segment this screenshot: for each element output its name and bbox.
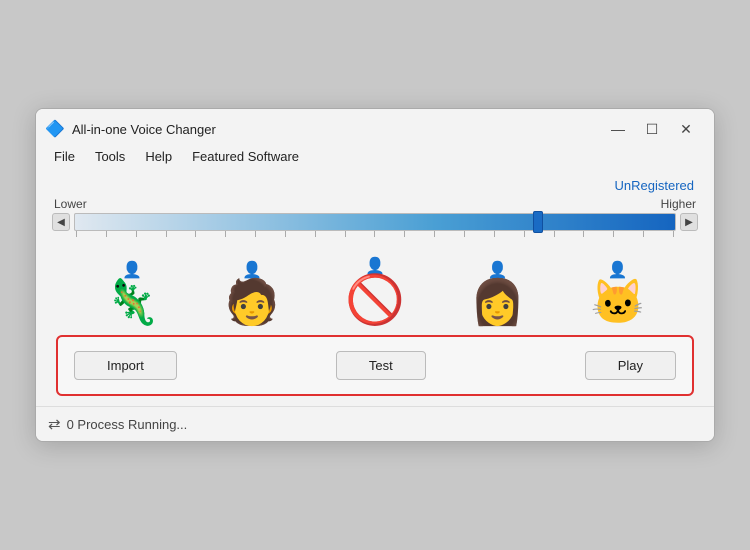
- app-icon: 🔷: [46, 120, 64, 138]
- slider-tick-row: [52, 231, 698, 243]
- avatar-no-entry[interactable]: 👤 🚫: [345, 259, 405, 325]
- minimize-button[interactable]: —: [602, 117, 634, 141]
- menubar: File Tools Help Featured Software: [36, 145, 714, 170]
- avatar-boy[interactable]: 👤 🧑: [225, 263, 280, 325]
- tick: [195, 231, 196, 237]
- app-window: 🔷 All-in-one Voice Changer — ☐ ✕ File To…: [35, 108, 715, 442]
- tick: [315, 231, 316, 237]
- menu-help[interactable]: Help: [135, 147, 182, 166]
- slider-right-arrow[interactable]: ▶: [680, 213, 698, 231]
- play-button[interactable]: Play: [585, 351, 676, 380]
- tick: [524, 231, 525, 237]
- tick: [554, 231, 555, 237]
- tick: [106, 231, 107, 237]
- slider-thumb[interactable]: [533, 211, 543, 233]
- avatar-cat[interactable]: 👤 🐱: [590, 263, 645, 325]
- avatars-section: 👤 🦎 👤 🧑 👤 🚫 👤 👩 👤 🐱: [52, 251, 698, 335]
- tick: [345, 231, 346, 237]
- tick: [464, 231, 465, 237]
- process-icon: ⇄: [48, 415, 61, 433]
- avatar-pin-dragon: 👤: [122, 263, 142, 279]
- tick: [225, 231, 226, 237]
- pitch-section: Lower Higher ◀ ▶: [52, 197, 698, 245]
- avatar-pin-no-entry: 👤: [365, 259, 385, 275]
- test-button[interactable]: Test: [336, 351, 426, 380]
- menu-tools[interactable]: Tools: [85, 147, 135, 166]
- menu-featured-software[interactable]: Featured Software: [182, 147, 309, 166]
- menu-file[interactable]: File: [44, 147, 85, 166]
- avatar-emoji-dragon: 🦎: [105, 281, 160, 325]
- tick: [255, 231, 256, 237]
- avatar-emoji-cat: 🐱: [590, 281, 645, 325]
- higher-label: Higher: [661, 197, 696, 211]
- tick: [76, 231, 77, 237]
- avatar-emoji-boy: 🧑: [225, 281, 280, 325]
- slider-container: ◀ ▶: [52, 213, 698, 231]
- status-text: 0 Process Running...: [67, 417, 188, 432]
- maximize-button[interactable]: ☐: [636, 117, 668, 141]
- tick: [374, 231, 375, 237]
- unregistered-label: UnRegistered: [52, 178, 698, 193]
- slider-ticks: [74, 231, 676, 243]
- action-buttons-box: Import Test Play: [56, 335, 694, 396]
- avatar-pin-boy: 👤: [242, 263, 262, 279]
- window-controls: — ☐ ✕: [602, 117, 702, 141]
- tick: [494, 231, 495, 237]
- avatar-pin-girl: 👤: [488, 263, 508, 279]
- title-bar: 🔷 All-in-one Voice Changer — ☐ ✕: [36, 109, 714, 145]
- avatar-girl[interactable]: 👤 👩: [470, 263, 525, 325]
- slider-track[interactable]: [74, 213, 676, 231]
- tick: [166, 231, 167, 237]
- tick: [643, 231, 644, 237]
- close-button[interactable]: ✕: [670, 117, 702, 141]
- main-content: UnRegistered Lower Higher ◀ ▶: [36, 170, 714, 406]
- slider-left-arrow[interactable]: ◀: [52, 213, 70, 231]
- window-title: All-in-one Voice Changer: [72, 122, 594, 137]
- avatar-emoji-girl: 👩: [470, 281, 525, 325]
- import-button[interactable]: Import: [74, 351, 177, 380]
- pitch-labels: Lower Higher: [52, 197, 698, 211]
- tick: [285, 231, 286, 237]
- tick: [583, 231, 584, 237]
- tick: [136, 231, 137, 237]
- tick: [673, 231, 674, 237]
- tick: [404, 231, 405, 237]
- avatar-dragon[interactable]: 👤 🦎: [105, 263, 160, 325]
- avatar-emoji-no-entry: 🚫: [345, 277, 405, 325]
- tick: [613, 231, 614, 237]
- tick: [434, 231, 435, 237]
- lower-label: Lower: [54, 197, 87, 211]
- status-bar: ⇄ 0 Process Running...: [36, 406, 714, 441]
- avatar-pin-cat: 👤: [608, 263, 628, 279]
